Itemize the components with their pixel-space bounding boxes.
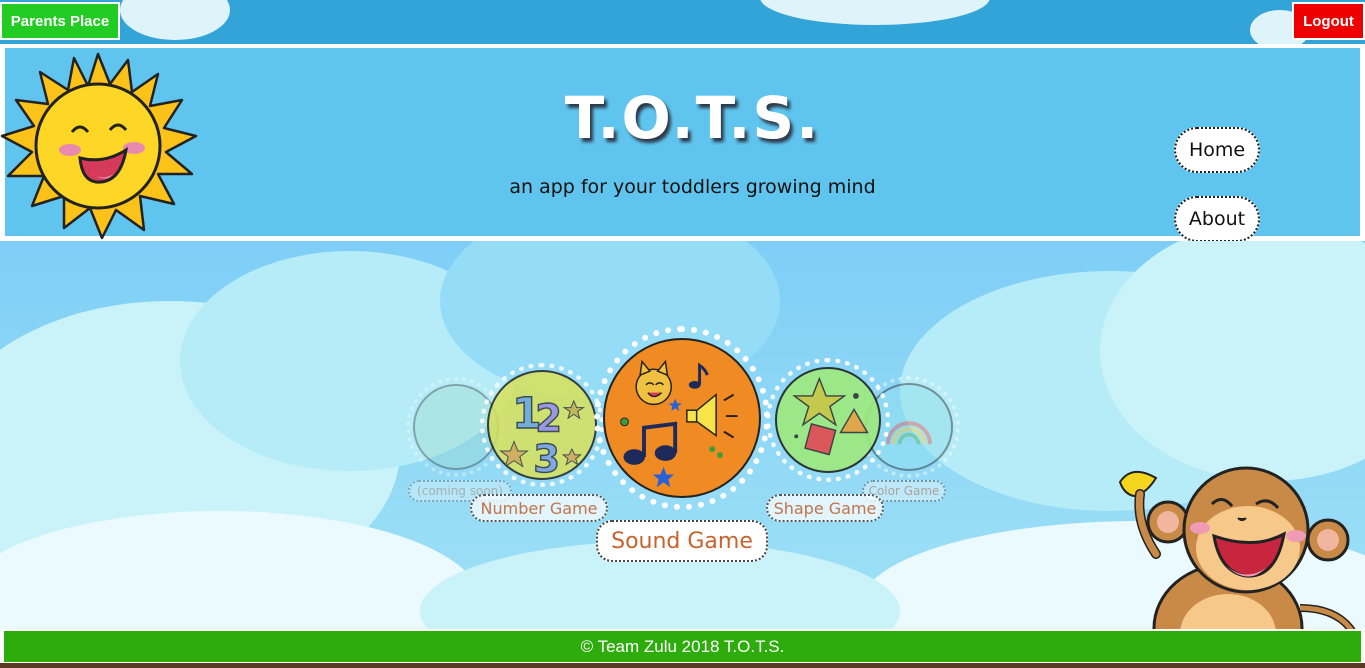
site-footer: © Team Zulu 2018 T.O.T.S. [0, 629, 1365, 668]
sound-game-label[interactable]: Sound Game [596, 520, 768, 562]
cloud-decoration [0, 511, 480, 629]
logout-button[interactable]: Logout [1292, 2, 1365, 40]
site-header: T.O.T.S. an app for your toddlers growin… [0, 44, 1365, 242]
site-title: T.O.T.S. [564, 84, 821, 152]
numbers-123-icon: 1 2 3 [487, 370, 597, 480]
footer-strip [0, 663, 1365, 668]
parents-place-button[interactable]: Parents Place [0, 2, 120, 40]
cloud-decoration [120, 0, 230, 40]
shape-game-button[interactable] [766, 358, 890, 482]
svg-text:2: 2 [535, 397, 562, 442]
sun-mascot-icon [0, 52, 198, 240]
shape-game-label[interactable]: Shape Game [766, 494, 884, 522]
footer-bar: © Team Zulu 2018 T.O.T.S. [4, 631, 1361, 662]
number-game-label[interactable]: Number Game [470, 494, 608, 522]
sound-game-button[interactable] [594, 326, 770, 510]
footer-copyright: © Team Zulu 2018 T.O.T.S. [580, 636, 785, 656]
top-bar: Parents Place Logout [0, 0, 1365, 44]
header-banner: T.O.T.S. an app for your toddlers growin… [5, 48, 1360, 236]
sound-cat-music-icon [603, 338, 761, 498]
shapes-star-triangle-icon [775, 367, 881, 473]
cloud-decoration [760, 0, 990, 25]
nav-about-button[interactable]: About [1174, 196, 1260, 242]
svg-text:3: 3 [533, 437, 560, 480]
site-tagline: an app for your toddlers growing mind [509, 176, 876, 198]
number-game-button[interactable]: 1 2 3 [480, 363, 604, 487]
nav-home-button[interactable]: Home [1174, 127, 1260, 173]
